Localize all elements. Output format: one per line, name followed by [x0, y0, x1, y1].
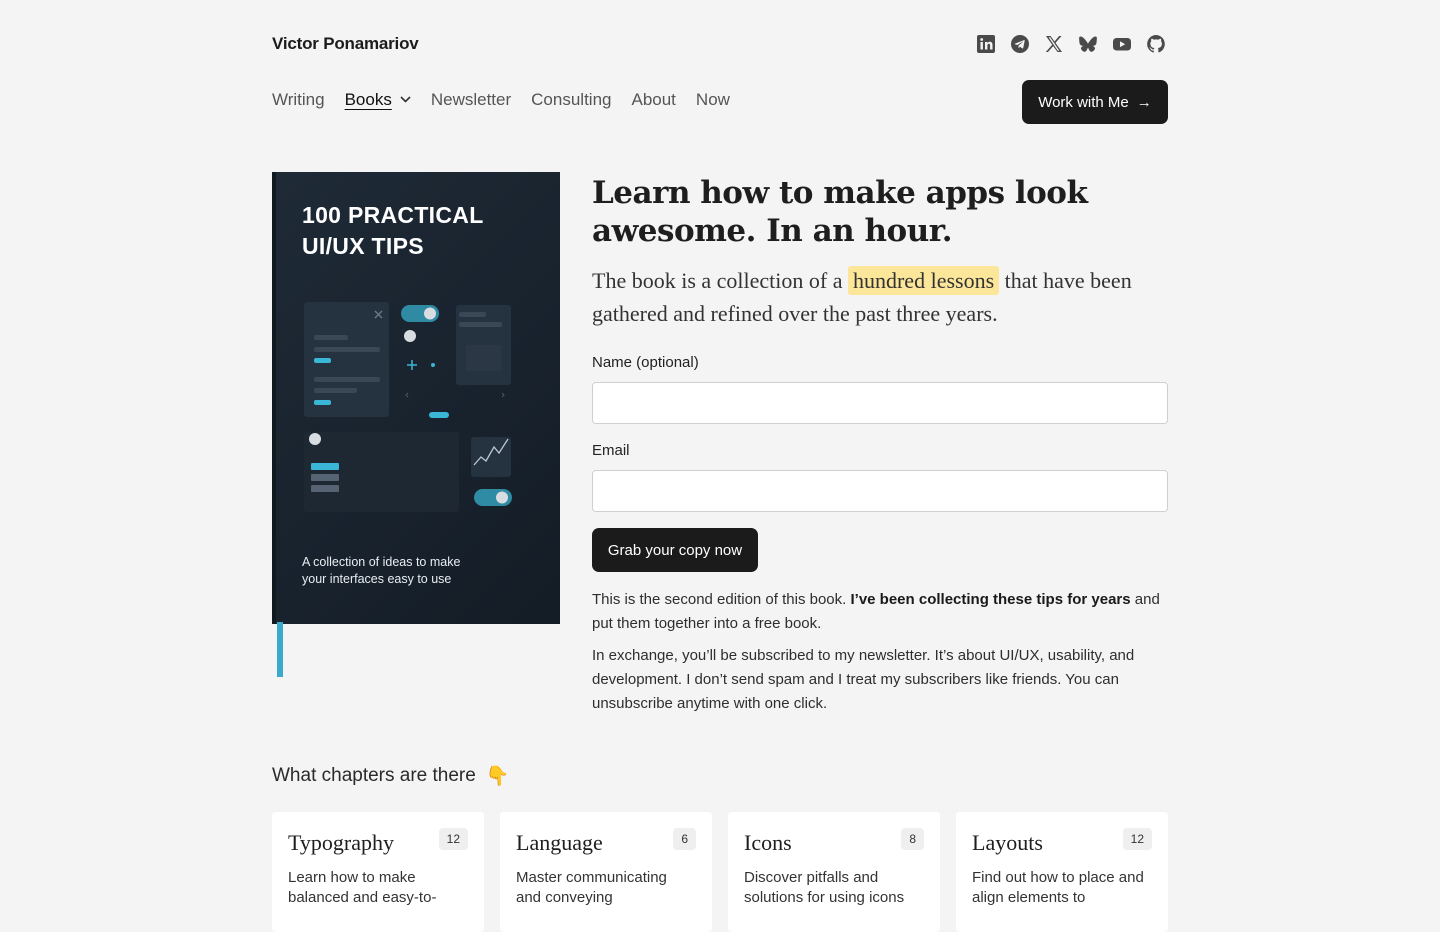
- chapter-card[interactable]: Icons 8 Discover pitfalls and solutions …: [728, 812, 940, 932]
- nav-about[interactable]: About: [631, 90, 675, 110]
- nav-books-label: Books: [344, 90, 392, 109]
- nav-newsletter[interactable]: Newsletter: [431, 90, 511, 110]
- nav-consulting[interactable]: Consulting: [531, 90, 611, 110]
- linkedin-icon[interactable]: [976, 34, 996, 54]
- chapter-count-badge: 8: [901, 828, 924, 850]
- email-label: Email: [592, 442, 630, 459]
- name-label: Name (optional): [592, 354, 699, 371]
- chapter-count-badge: 12: [438, 828, 468, 850]
- grab-copy-button[interactable]: Grab your copy now: [592, 528, 758, 572]
- bookmark-ribbon: [277, 622, 283, 677]
- main-nav: Writing Books Newsletter Consulting Abou…: [272, 90, 730, 110]
- chapters-heading: What chapters are there 👇: [272, 765, 510, 787]
- chapter-description: Master communicating and conveying: [516, 869, 667, 906]
- chapter-description: Discover pitfalls and solutions for usin…: [744, 869, 905, 906]
- email-input[interactable]: [592, 470, 1168, 512]
- chapter-name: Icons: [744, 830, 792, 855]
- page-headline: Learn how to make apps look awesome. In …: [592, 175, 1088, 249]
- edition-note: This is the second edition of this book.…: [592, 591, 1160, 632]
- telegram-icon[interactable]: [1010, 34, 1030, 54]
- book-cover: 100 PRACTICAL UI/UX TIPS A collection of: [272, 172, 560, 624]
- chapter-count-badge: 6: [673, 828, 696, 850]
- chapter-card[interactable]: Language 6 Master communicating and conv…: [500, 812, 712, 932]
- book-title: 100 PRACTICAL UI/UX TIPS: [302, 202, 484, 259]
- social-links: [976, 34, 1166, 54]
- nav-now[interactable]: Now: [696, 90, 730, 110]
- arrow-right-icon: →: [1136, 93, 1152, 111]
- ui-illustration: [304, 302, 512, 512]
- nav-writing[interactable]: Writing: [272, 90, 325, 110]
- pointing-down-icon: 👇: [485, 766, 510, 787]
- github-icon[interactable]: [1146, 34, 1166, 54]
- name-input[interactable]: [592, 382, 1168, 424]
- book-subtitle: A collection of ideas to make your inter…: [302, 555, 461, 586]
- highlight: hundred lessons: [847, 266, 1000, 295]
- chapter-count-badge: 12: [1122, 828, 1152, 850]
- bluesky-icon[interactable]: [1078, 34, 1098, 54]
- work-with-me-label: Work with Me: [1038, 93, 1129, 111]
- work-with-me-button[interactable]: Work with Me →: [1022, 80, 1168, 124]
- newsletter-note: In exchange, you’ll be subscribed to my …: [592, 647, 1135, 712]
- hero-lede: The book is a collection of a hundred le…: [592, 266, 1132, 326]
- chapter-cards: Typography 12 Learn how to make balanced…: [272, 812, 1168, 932]
- nav-books[interactable]: Books: [345, 90, 411, 110]
- site-brand[interactable]: Victor Ponamariov: [272, 34, 419, 54]
- chapter-description: Find out how to place and align elements…: [972, 869, 1144, 906]
- x-icon[interactable]: [1044, 34, 1064, 54]
- chevron-down-icon: [400, 94, 411, 106]
- chapter-name: Language: [516, 830, 603, 855]
- youtube-icon[interactable]: [1112, 34, 1132, 54]
- chapter-card[interactable]: Typography 12 Learn how to make balanced…: [272, 812, 484, 932]
- chapter-description: Learn how to make balanced and easy-to-: [288, 869, 437, 906]
- chapter-card[interactable]: Layouts 12 Find out how to place and ali…: [956, 812, 1168, 932]
